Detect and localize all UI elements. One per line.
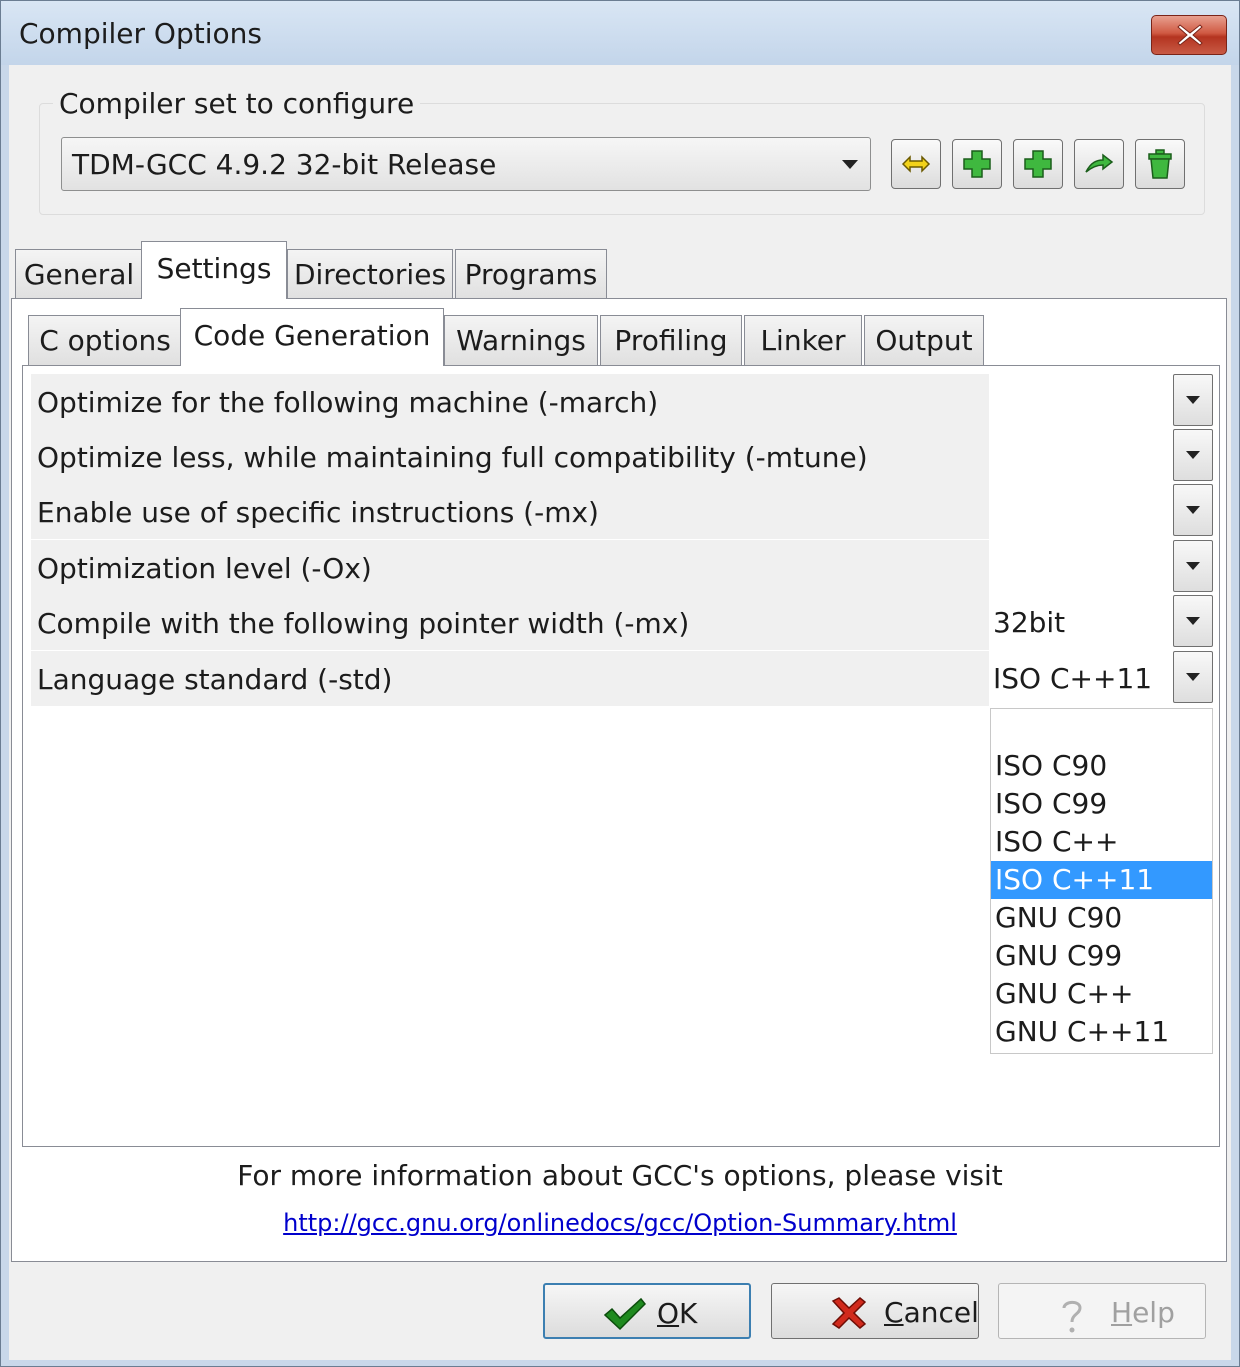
window-title: Compiler Options bbox=[19, 17, 262, 50]
ok-button[interactable]: OK bbox=[543, 1283, 751, 1339]
option-row: Compile with the following pointer width… bbox=[31, 595, 989, 650]
dropdown-option[interactable]: ISO C90 bbox=[991, 747, 1212, 785]
add-icon bbox=[963, 150, 991, 178]
option-label: Enable use of specific instructions (-mx… bbox=[37, 496, 599, 529]
dropdown-option[interactable] bbox=[991, 709, 1212, 747]
info-text: For more information about GCC's options… bbox=[237, 1159, 1003, 1192]
delete-compiler-set-button[interactable] bbox=[1135, 139, 1185, 189]
pointer-width-dropdown-button[interactable] bbox=[1173, 595, 1213, 647]
code-generation-panel: Optimize for the following machine (-mar… bbox=[22, 365, 1220, 1147]
mx-instructions-dropdown-button[interactable] bbox=[1173, 484, 1213, 536]
compiler-options-window: Compiler Options Compiler set to configu… bbox=[0, 0, 1240, 1367]
language-standard-value[interactable]: ISO C++11 bbox=[993, 662, 1152, 695]
subtab-output[interactable]: Output bbox=[864, 315, 984, 365]
dropdown-option[interactable]: GNU C90 bbox=[991, 899, 1212, 937]
pointer-width-value[interactable]: 32bit bbox=[993, 606, 1065, 639]
compiler-set-combobox[interactable]: TDM-GCC 4.9.2 32-bit Release bbox=[61, 137, 871, 191]
subtab-warnings[interactable]: Warnings bbox=[444, 315, 598, 365]
checkmark-icon bbox=[603, 1297, 647, 1331]
trash-icon bbox=[1148, 149, 1172, 179]
dropdown-option[interactable]: GNU C99 bbox=[991, 937, 1212, 975]
option-row: Optimize for the following machine (-mar… bbox=[31, 374, 989, 429]
find-compiler-sets-button[interactable] bbox=[1074, 139, 1124, 189]
chevron-down-icon bbox=[1186, 562, 1200, 570]
option-label: Language standard (-std) bbox=[37, 663, 393, 696]
chevron-down-icon bbox=[1186, 506, 1200, 514]
cancel-button[interactable]: Cancel bbox=[771, 1283, 979, 1339]
dropdown-option[interactable]: ISO C99 bbox=[991, 785, 1212, 823]
add-compiler-set-from-folder-button[interactable] bbox=[1013, 139, 1063, 189]
option-label: Optimization level (-Ox) bbox=[37, 552, 372, 585]
subtab-profiling[interactable]: Profiling bbox=[600, 315, 742, 365]
chevron-down-icon bbox=[1186, 451, 1200, 459]
help-button[interactable]: Help bbox=[998, 1283, 1206, 1339]
x-icon bbox=[831, 1297, 867, 1329]
tab-settings[interactable]: Settings bbox=[141, 241, 287, 299]
option-row: Optimization level (-Ox) bbox=[31, 540, 989, 595]
tab-programs[interactable]: Programs bbox=[455, 249, 607, 299]
language-standard-dropdown-button[interactable] bbox=[1173, 651, 1213, 703]
dropdown-option[interactable]: ISO C++ bbox=[991, 823, 1212, 861]
add-icon bbox=[1024, 150, 1052, 178]
add-blank-compiler-set-button[interactable] bbox=[952, 139, 1002, 189]
option-row: Enable use of specific instructions (-mx… bbox=[31, 484, 989, 539]
chevron-down-icon bbox=[1186, 617, 1200, 625]
language-standard-dropdown-list[interactable]: ISO C90 ISO C99 ISO C++ ISO C++11 GNU C9… bbox=[990, 708, 1213, 1054]
tab-directories[interactable]: Directories bbox=[287, 249, 453, 299]
compiler-set-value: TDM-GCC 4.9.2 32-bit Release bbox=[72, 148, 497, 181]
option-label: Compile with the following pointer width… bbox=[37, 607, 690, 640]
title-bar[interactable]: Compiler Options bbox=[1, 1, 1239, 65]
settings-tab-panel: C options Code Generation Warnings Profi… bbox=[11, 298, 1227, 1262]
chevron-down-icon bbox=[1186, 396, 1200, 404]
optimization-level-dropdown-button[interactable] bbox=[1173, 540, 1213, 592]
subtab-c-options[interactable]: C options bbox=[28, 315, 182, 365]
rename-compiler-set-button[interactable] bbox=[891, 139, 941, 189]
chevron-down-icon bbox=[1186, 673, 1200, 681]
help-icon bbox=[1062, 1300, 1082, 1333]
rename-icon bbox=[901, 155, 931, 173]
close-icon bbox=[1177, 24, 1203, 46]
option-row: Optimize less, while maintaining full co… bbox=[31, 429, 989, 484]
arrow-right-icon bbox=[1085, 153, 1114, 173]
dropdown-option-selected[interactable]: ISO C++11 bbox=[991, 861, 1212, 899]
compiler-set-label: Compiler set to configure bbox=[53, 87, 421, 120]
subtab-code-generation[interactable]: Code Generation bbox=[180, 308, 444, 366]
subtab-linker[interactable]: Linker bbox=[744, 315, 862, 365]
option-label: Optimize for the following machine (-mar… bbox=[37, 386, 659, 419]
option-row: Language standard (-std) bbox=[31, 651, 989, 706]
march-dropdown-button[interactable] bbox=[1173, 374, 1213, 426]
chevron-down-icon bbox=[842, 160, 858, 169]
gcc-options-link[interactable]: http://gcc.gnu.org/onlinedocs/gcc/Option… bbox=[9, 1209, 1231, 1237]
dropdown-option[interactable]: GNU C++ bbox=[991, 975, 1212, 1013]
close-button[interactable] bbox=[1151, 15, 1227, 55]
option-label: Optimize less, while maintaining full co… bbox=[37, 441, 868, 474]
tab-general[interactable]: General bbox=[15, 249, 143, 299]
dialog-client: Compiler set to configure TDM-GCC 4.9.2 … bbox=[9, 65, 1231, 1360]
mtune-dropdown-button[interactable] bbox=[1173, 429, 1213, 481]
dropdown-option[interactable]: GNU C++11 bbox=[991, 1013, 1212, 1051]
